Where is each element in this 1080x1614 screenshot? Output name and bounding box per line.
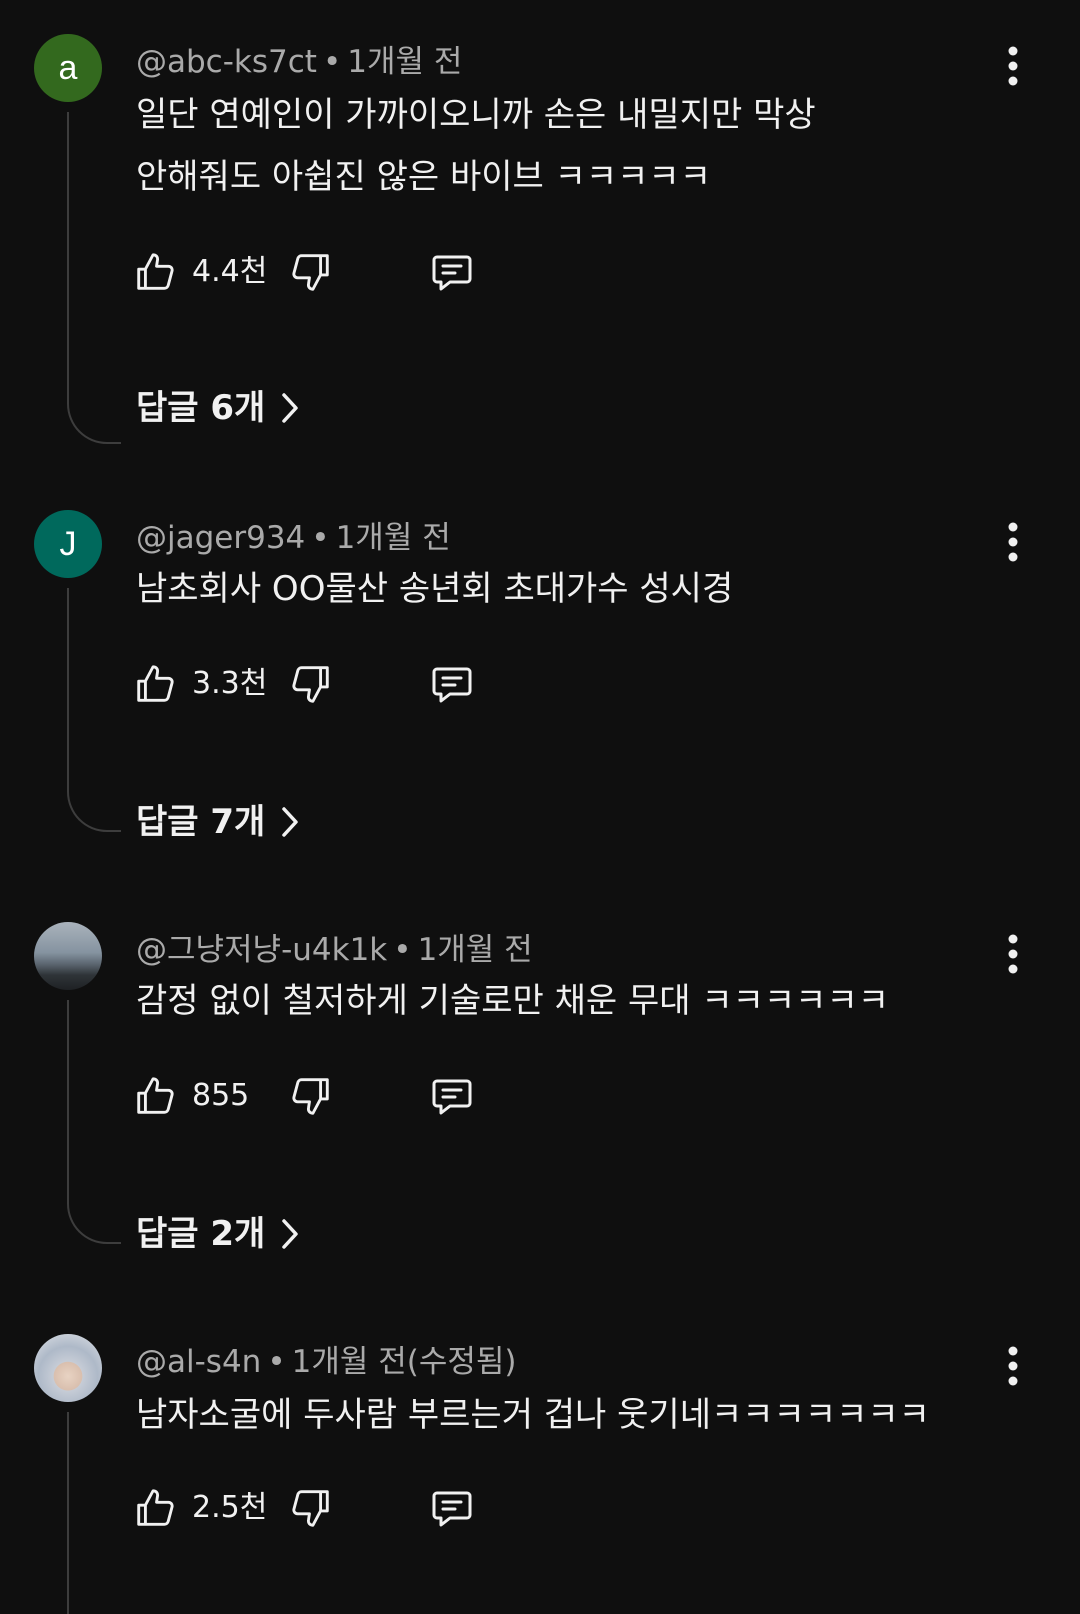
meta-separator: •: [311, 520, 330, 556]
reply-button[interactable]: [428, 654, 478, 714]
thread-line: [67, 588, 121, 832]
comment-text: 감정 없이 철저하게 기술로만 채운 무대 ㅋㅋㅋㅋㅋㅋ: [136, 970, 889, 1032]
thumbs-down-icon: [292, 254, 329, 291]
like-button[interactable]: [132, 1478, 182, 1538]
more-vert-icon: [1008, 934, 1018, 974]
thread-line: [67, 1412, 121, 1614]
thumbs-up-icon: [137, 253, 174, 290]
thumbs-down-icon: [292, 666, 329, 703]
avatar[interactable]: [34, 922, 102, 990]
replies-label: 답글 6개: [136, 388, 266, 428]
dislike-button[interactable]: [288, 242, 338, 302]
comment-actions: 2.5천: [132, 1478, 532, 1538]
thumbs-down-icon: [292, 1490, 329, 1527]
avatar[interactable]: [34, 1334, 102, 1402]
comment-author[interactable]: @jager934: [136, 520, 305, 556]
comment-actions: 3.3천: [132, 654, 532, 714]
thumbs-up-icon: [137, 1489, 174, 1526]
comment-text: 일단 연예인이 가까이오니까 손은 내밀지만 막상 안해줘도 아쉽진 않은 바이…: [136, 84, 816, 208]
dislike-button[interactable]: [288, 654, 338, 714]
comment-text-line: 남초회사 OO물산 송년회 초대가수 성시경: [136, 569, 734, 609]
like-button[interactable]: [132, 654, 182, 714]
reply-icon: [432, 1491, 472, 1527]
comment-actions: 4.4천: [132, 242, 532, 302]
reply-icon: [432, 255, 472, 291]
comment-actions: 855: [132, 1066, 532, 1126]
avatar-letter: J: [59, 524, 77, 563]
more-vert-icon: [1008, 1346, 1018, 1386]
like-count: 3.3천: [192, 666, 268, 701]
chevron-right-icon: [282, 1219, 299, 1249]
comment-text-line: 일단 연예인이 가까이오니까 손은 내밀지만 막상: [136, 95, 816, 135]
comment-meta: @abc-ks7ct • 1개월 전: [136, 34, 462, 90]
comment-author[interactable]: @al-s4n: [136, 1344, 261, 1380]
comment-author[interactable]: @그냥저냥-u4k1k: [136, 932, 387, 968]
like-button[interactable]: [132, 242, 182, 302]
comment-author[interactable]: @abc-ks7ct: [136, 44, 317, 80]
comment-text-line: 안해줘도 아쉽진 않은 바이브 ㅋㅋㅋㅋㅋ: [136, 157, 711, 197]
comment-time: 1개월 전: [417, 932, 533, 968]
more-options-button[interactable]: [996, 932, 1030, 976]
comment-time: 1개월 전: [347, 44, 463, 80]
replies-label: 답글 7개: [136, 802, 266, 842]
comment-text-line: 남자소굴에 두사람 부르는거 겁나 웃기네ㅋㅋㅋㅋㅋㅋㅋ: [136, 1395, 930, 1435]
more-options-button[interactable]: [996, 520, 1030, 564]
like-count: 4.4천: [192, 254, 268, 289]
more-options-button[interactable]: [996, 1344, 1030, 1388]
thumbs-up-icon: [137, 665, 174, 702]
comment-meta: @al-s4n • 1개월 전(수정됨): [136, 1334, 517, 1390]
view-replies-button[interactable]: 답글 6개: [136, 378, 301, 438]
meta-separator: •: [267, 1344, 286, 1380]
comment-time: 1개월 전: [335, 520, 451, 556]
like-button[interactable]: [132, 1066, 182, 1126]
like-count: 855: [192, 1078, 250, 1113]
thread-line: [67, 1000, 121, 1244]
reply-button[interactable]: [428, 1066, 478, 1126]
view-replies-button[interactable]: 답글 2개: [136, 1204, 301, 1264]
more-vert-icon: [1008, 46, 1018, 86]
replies-label: 답글 2개: [136, 1214, 266, 1254]
thumbs-down-icon: [292, 1078, 329, 1115]
dislike-button[interactable]: [288, 1478, 338, 1538]
comment-text-line: 감정 없이 철저하게 기술로만 채운 무대 ㅋㅋㅋㅋㅋㅋ: [136, 981, 890, 1021]
reply-icon: [432, 667, 472, 703]
like-count: 2.5천: [192, 1490, 268, 1525]
comment-text: 남자소굴에 두사람 부르는거 겁나 웃기네ㅋㅋㅋㅋㅋㅋㅋ: [136, 1384, 930, 1446]
meta-separator: •: [393, 932, 412, 968]
view-replies-button[interactable]: 답글 7개: [136, 792, 301, 852]
avatar[interactable]: a: [34, 34, 102, 102]
reply-button[interactable]: [428, 242, 478, 302]
dislike-button[interactable]: [288, 1066, 338, 1126]
reply-icon: [432, 1079, 472, 1115]
comment-time: 1개월 전(수정됨): [291, 1344, 517, 1380]
reply-button[interactable]: [428, 1478, 478, 1538]
avatar-letter: a: [58, 48, 78, 87]
comment-text: 남초회사 OO물산 송년회 초대가수 성시경: [136, 558, 733, 620]
thread-line: [67, 112, 121, 444]
more-vert-icon: [1008, 522, 1018, 562]
thumbs-up-icon: [137, 1077, 174, 1114]
more-options-button[interactable]: [996, 44, 1030, 88]
meta-separator: •: [322, 44, 342, 80]
chevron-right-icon: [282, 393, 299, 423]
avatar[interactable]: J: [34, 510, 102, 578]
chevron-right-icon: [282, 807, 299, 837]
